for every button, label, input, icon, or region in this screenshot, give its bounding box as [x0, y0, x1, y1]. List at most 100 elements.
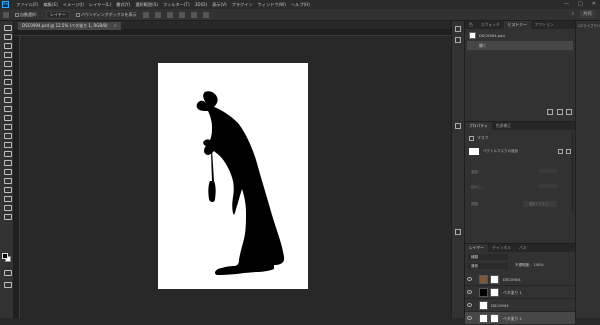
- opacity-control[interactable]: 不透明度： 100%: [515, 263, 544, 268]
- layer-row[interactable]: DSC0904: [465, 273, 575, 286]
- history-panel-icon[interactable]: [455, 26, 461, 32]
- density-label: 濃度：: [471, 170, 482, 174]
- layer-row-selected[interactable]: ベタ塗り 2: [465, 312, 575, 325]
- transform-controls-checkbox[interactable]: [75, 12, 80, 17]
- menu-image[interactable]: イメージ(I): [63, 2, 84, 8]
- feather-field[interactable]: [539, 184, 557, 188]
- select-and-mask-button[interactable]: 選択とマスク...: [523, 201, 557, 207]
- hand-tool[interactable]: [3, 195, 12, 202]
- close-tab-icon[interactable]: ✕: [114, 23, 117, 28]
- tab-paths[interactable]: パス: [515, 244, 531, 252]
- tab-history[interactable]: ヒストリー: [503, 21, 531, 29]
- auto-select-checkbox[interactable]: [15, 12, 19, 17]
- lasso-tool[interactable]: [3, 42, 12, 49]
- blend-mode-dropdown[interactable]: 通常: [468, 263, 508, 269]
- tab-layers[interactable]: レイヤー: [465, 244, 489, 252]
- pixel-mask-icon[interactable]: [558, 149, 563, 154]
- properties-kind-label: マスク: [477, 135, 489, 140]
- menu-3d[interactable]: 3D(D): [195, 2, 207, 7]
- document-tab[interactable]: DSC0904.psd @ 12.5% (ベタ塗り 1, RGB/8) ✕: [18, 22, 121, 30]
- path-select-tool[interactable]: [3, 177, 12, 184]
- auto-select-option[interactable]: 自動選択：: [15, 12, 40, 18]
- eye-icon[interactable]: [467, 316, 472, 320]
- mask-kind-icon: [469, 135, 474, 141]
- close-button[interactable]: ✕: [592, 1, 596, 7]
- properties-kind: マスク: [469, 135, 488, 141]
- screen-mode-button[interactable]: [3, 281, 12, 288]
- eye-icon[interactable]: [467, 303, 472, 307]
- menu-view[interactable]: 表示(V): [212, 2, 227, 8]
- align-left-icon[interactable]: [142, 11, 149, 18]
- eyedropper-tool[interactable]: [3, 78, 12, 85]
- actions-panel-icon[interactable]: [455, 37, 461, 43]
- document-canvas[interactable]: [158, 63, 308, 289]
- mask-thumbnail[interactable]: [469, 148, 479, 155]
- menu-type[interactable]: 書式(Y): [116, 2, 130, 8]
- trash-icon[interactable]: [566, 109, 572, 115]
- quick-select-tool[interactable]: [3, 51, 12, 58]
- camera-icon[interactable]: [557, 109, 563, 115]
- menu-select[interactable]: 選択範囲(S): [135, 2, 158, 8]
- shape-tool[interactable]: [3, 186, 12, 193]
- tab-swatches[interactable]: スウォッチ: [477, 21, 504, 29]
- eye-icon[interactable]: [467, 277, 472, 281]
- eraser-tool[interactable]: [3, 123, 12, 130]
- options-right: ⌕ 共有: [571, 10, 595, 18]
- new-snapshot-icon[interactable]: [547, 109, 553, 115]
- tab-actions[interactable]: アクション: [531, 21, 558, 29]
- history-state[interactable]: 開く: [467, 41, 573, 50]
- history-brush-tool[interactable]: [3, 114, 12, 121]
- tab-channels[interactable]: チャンネル: [488, 244, 515, 252]
- quick-mask-button[interactable]: [3, 269, 12, 276]
- type-tool[interactable]: [3, 168, 12, 175]
- menu-filter[interactable]: フィルター(T): [163, 2, 190, 8]
- healing-brush-tool[interactable]: [3, 87, 12, 94]
- minimize-button[interactable]: —: [564, 1, 569, 7]
- marquee-tool[interactable]: [3, 33, 12, 40]
- auto-select-target-dropdown[interactable]: レイヤー: [46, 10, 70, 19]
- menu-help[interactable]: ヘルプ(H): [291, 2, 310, 8]
- brush-tool[interactable]: [3, 96, 12, 103]
- align-center-icon[interactable]: [154, 11, 161, 18]
- properties-scrollbar[interactable]: [571, 132, 574, 212]
- layers-panel-tabs: レイヤー チャンネル パス: [465, 244, 575, 252]
- zoom-tool[interactable]: [3, 204, 12, 211]
- tab-adjustments[interactable]: 色調補正: [492, 122, 515, 130]
- layer-filter-dropdown[interactable]: 種類: [468, 254, 508, 260]
- pen-tool[interactable]: [3, 159, 12, 166]
- history-snapshot[interactable]: DSC0904.psd: [467, 31, 573, 40]
- align-top-icon[interactable]: [178, 11, 185, 18]
- tab-color[interactable]: 色: [465, 21, 477, 29]
- more-tools[interactable]: [3, 213, 12, 220]
- density-field[interactable]: [539, 169, 557, 173]
- blur-tool[interactable]: [3, 141, 12, 148]
- align-middle-icon[interactable]: [190, 11, 197, 18]
- layer-row[interactable]: DSC0904: [465, 299, 575, 312]
- menu-layer[interactable]: レイヤー(L): [89, 2, 111, 8]
- eye-icon[interactable]: [467, 290, 472, 294]
- layer-row[interactable]: ベタ塗り 1: [465, 286, 575, 299]
- move-tool[interactable]: [3, 24, 12, 31]
- share-button[interactable]: 共有: [580, 10, 595, 18]
- foreground-color-swatch[interactable]: [2, 253, 8, 259]
- clone-stamp-tool[interactable]: [3, 105, 12, 112]
- properties-panel-icon[interactable]: [455, 123, 461, 129]
- crop-tool[interactable]: [3, 60, 12, 67]
- gradient-tool[interactable]: [3, 132, 12, 139]
- search-icon[interactable]: ⌕: [571, 11, 574, 17]
- opacity-value: 100%: [533, 263, 544, 267]
- move-tool-icon[interactable]: [3, 11, 9, 18]
- opacity-label: 不透明度：: [515, 263, 533, 267]
- transform-controls-option[interactable]: バウンディングボックスを表示: [75, 12, 137, 18]
- align-right-icon[interactable]: [166, 11, 173, 18]
- align-bottom-icon[interactable]: [202, 11, 209, 18]
- dodge-tool[interactable]: [3, 150, 12, 157]
- menu-plugins[interactable]: プラグイン: [232, 2, 253, 8]
- menu-file[interactable]: ファイル(F): [16, 2, 38, 8]
- menu-window[interactable]: ウィンドウ(W): [258, 2, 286, 8]
- tab-properties[interactable]: プロパティ: [465, 122, 492, 130]
- menu-edit[interactable]: 編集(E): [43, 2, 57, 8]
- frame-tool[interactable]: [3, 69, 12, 76]
- maximize-button[interactable]: □: [578, 1, 583, 7]
- layers-panel-icon[interactable]: [455, 229, 461, 235]
